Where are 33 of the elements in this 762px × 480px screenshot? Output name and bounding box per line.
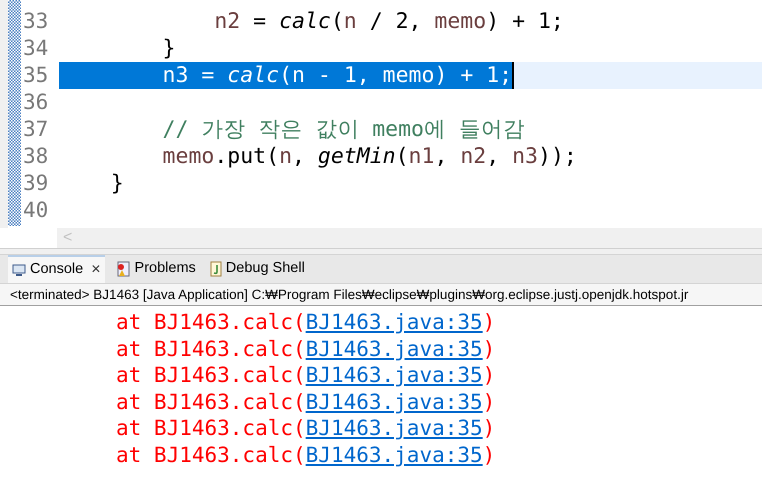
line-number: 40 xyxy=(22,197,50,224)
line-number: 38 xyxy=(22,143,50,170)
close-icon[interactable]: × xyxy=(91,258,101,282)
stack-trace-line: at BJ1463.calc(BJ1463.java:35) xyxy=(116,336,496,362)
source-link[interactable]: BJ1463.java:35 xyxy=(306,442,483,467)
document-j-icon xyxy=(210,261,222,277)
source-link[interactable]: BJ1463.java:35 xyxy=(306,390,483,414)
code-line: memo.put(n, getMin(n1, n2, n3)); xyxy=(162,143,577,170)
line-number: 35 xyxy=(22,62,50,89)
code-line: } xyxy=(110,170,124,197)
line-number: 33 xyxy=(22,8,50,35)
monitor-icon xyxy=(12,263,26,277)
source-link[interactable]: BJ1463.java:35 xyxy=(306,336,483,361)
line-number: 39 xyxy=(22,170,50,197)
console-description: <terminated> BJ1463 [Java Application] C:₩Program Files₩eclipse₩plugins₩org.eclipse.justj.openjdk.hotspot.jr xyxy=(0,284,762,306)
line-number: 34 xyxy=(22,35,50,62)
stack-trace-line: at BJ1463.calc(BJ1463.java:35) xyxy=(116,415,496,442)
source-link[interactable]: BJ1463.java:35 xyxy=(306,310,483,334)
line-number: 36 xyxy=(22,89,50,116)
source-link[interactable]: BJ1463.java:35 xyxy=(306,416,483,440)
code-line: n2 = calc(n / 2, memo) + 1; xyxy=(213,8,564,35)
stack-trace-line: at BJ1463.calc(BJ1463.java:35) xyxy=(116,309,496,336)
stack-trace-line: at BJ1463.calc(BJ1463.java:35) xyxy=(116,442,496,469)
code-line: // 가장 작은 값이 memo에 들어감 xyxy=(162,116,525,143)
source-link[interactable]: BJ1463.java:35 xyxy=(306,363,483,388)
line-number: 37 xyxy=(22,116,50,143)
stack-trace-line: at BJ1463.calc(BJ1463.java:35) xyxy=(116,362,496,389)
view-tab[interactable]: Problems xyxy=(110,255,200,283)
stack-trace-line: at BJ1463.calc(BJ1463.java:35) xyxy=(116,388,496,416)
view-tab[interactable]: Console × xyxy=(8,255,105,283)
code-line: } xyxy=(162,35,176,62)
problems-icon xyxy=(114,261,131,277)
view-tab[interactable]: Debug Shell xyxy=(206,255,309,283)
